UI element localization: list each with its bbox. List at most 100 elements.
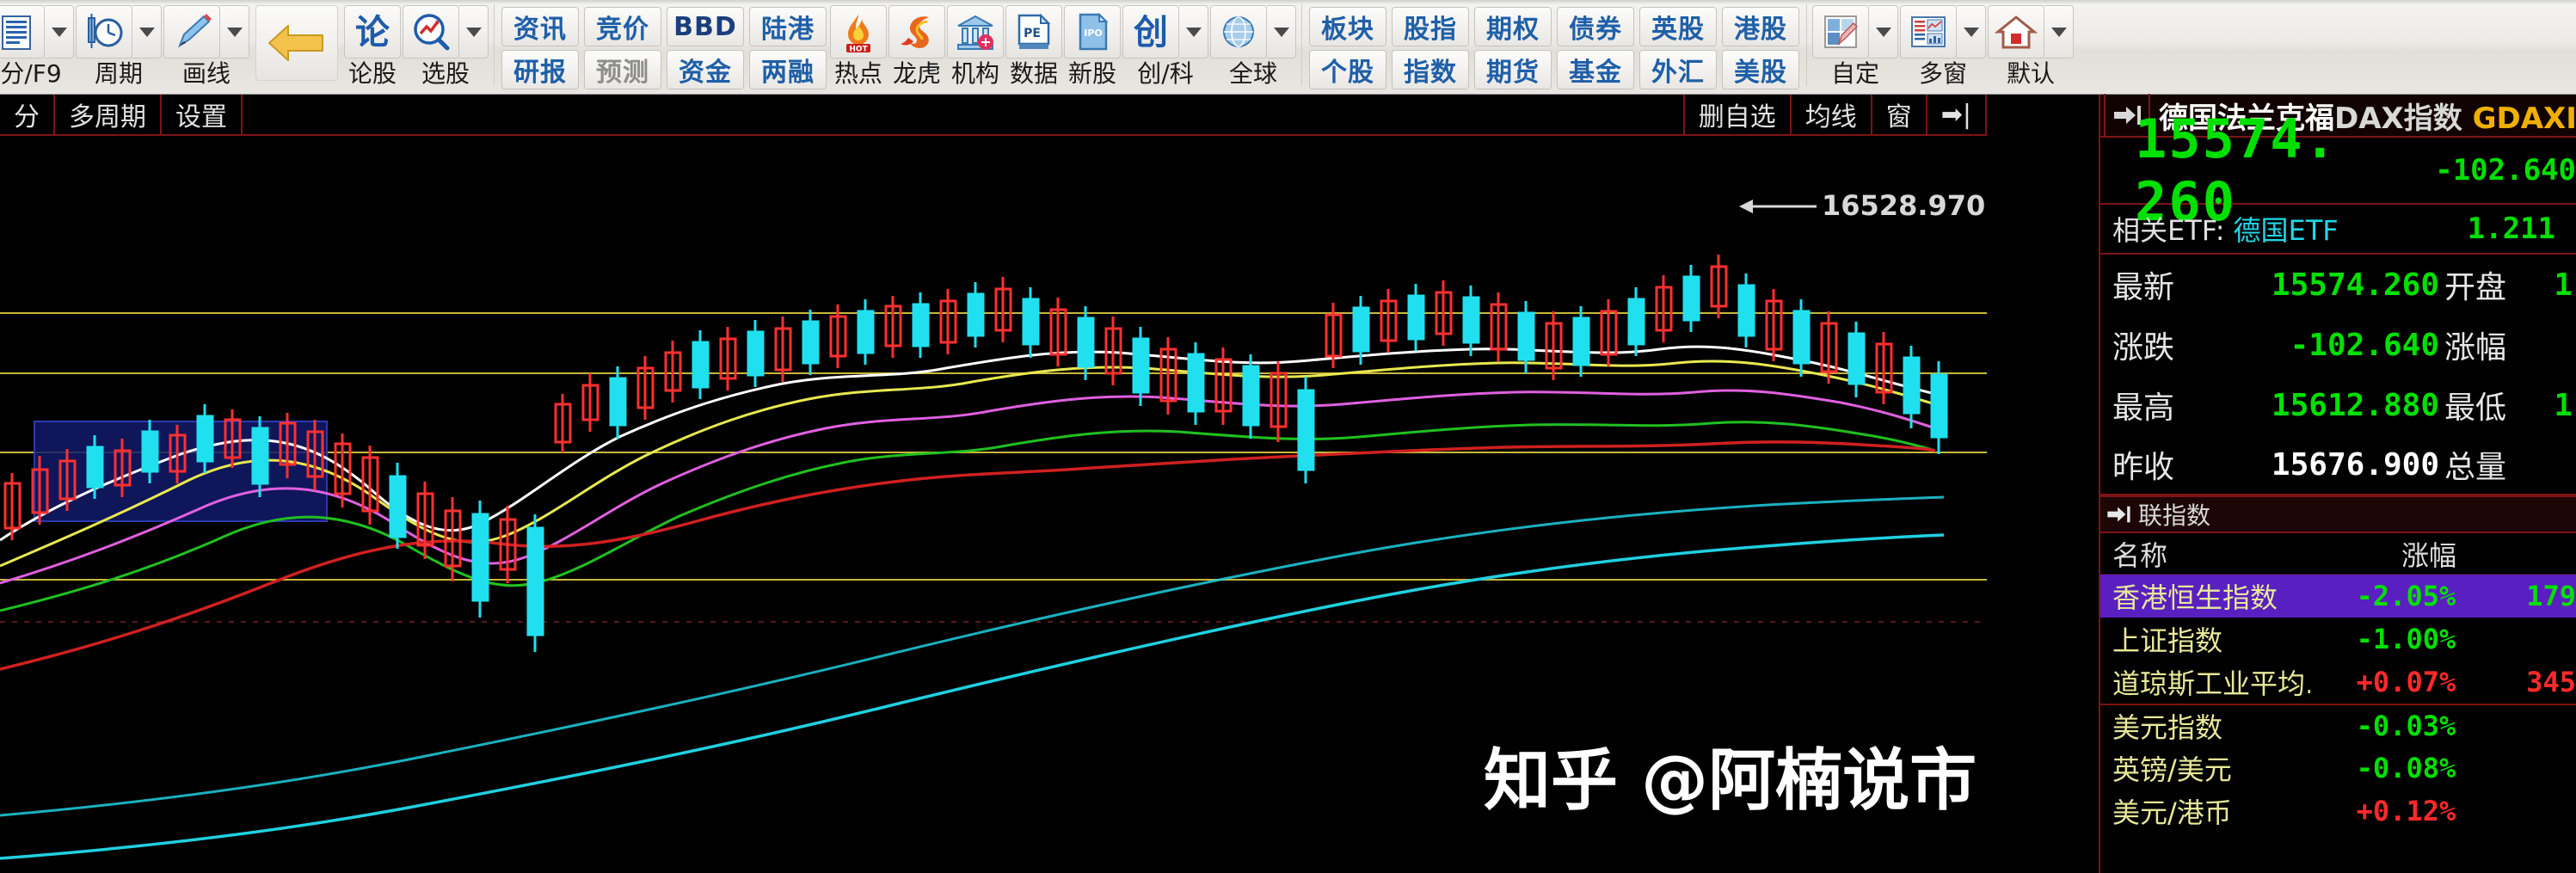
chevron-down-icon[interactable]: [1179, 5, 1208, 58]
toolbar-caption-custom: 自定: [1830, 59, 1879, 88]
index-row-usdindex[interactable]: 美元指数 -0.03%: [2100, 704, 2576, 747]
toolbar-button-zijin[interactable]: 资金: [667, 50, 744, 89]
chevron-down-icon[interactable]: [1869, 5, 1898, 58]
toolbar-button-fenshi[interactable]: 分/F9: [0, 5, 74, 86]
toolbar-button-lugang[interactable]: 陆港: [749, 7, 827, 46]
toolbar-button-yanbao[interactable]: 研报: [501, 50, 579, 89]
related-etf-name[interactable]: 德国ETF: [2233, 209, 2338, 249]
index-row-sse[interactable]: 上证指数 -1.00%: [2100, 618, 2576, 661]
multi-window-icon-svg: [1911, 16, 1946, 47]
toolbar-button-zhishu[interactable]: 指数: [1392, 50, 1469, 89]
toolbar-button-jingjia[interactable]: 竞价: [584, 7, 661, 46]
ipo-doc-icon[interactable]: IPO: [1064, 5, 1121, 58]
chart-tab-chuang[interactable]: 窗: [1872, 95, 1927, 134]
toolbar-button-period[interactable]: 周期: [76, 5, 162, 86]
toolbar-button-zhaiquan[interactable]: 债券: [1557, 7, 1634, 46]
ipo-doc-icon-svg: IPO: [1079, 12, 1109, 51]
pencil-icon[interactable]: [163, 5, 220, 58]
magnifier-trend-icon[interactable]: [403, 5, 459, 58]
toolbar-button-jijin[interactable]: 基金: [1557, 50, 1634, 89]
toolbar-button-qihuo[interactable]: 期货: [1474, 50, 1552, 89]
toolbar-pair-lugang: 陆港 两融: [749, 5, 827, 89]
chart-toolbar: 分 多周期 设置 删自选 均线 窗 ➡|: [0, 95, 1987, 136]
toolbar-button-liangrong[interactable]: 两融: [749, 50, 827, 89]
toolbar-button-waihui[interactable]: 外汇: [1639, 50, 1717, 89]
quote-row-change: 涨跌 -102.640 涨幅: [2100, 315, 2576, 375]
toolbar-button-drawline[interactable]: 画线: [163, 5, 249, 86]
globe-icon[interactable]: [1210, 5, 1267, 58]
pe-doc-icon[interactable]: PE: [1005, 5, 1062, 58]
toolbar-pair-yinggu: 英股 外汇: [1639, 5, 1717, 89]
chart-tab-junxian[interactable]: 均线: [1792, 95, 1872, 134]
quote-big-price-row: 15574. 260 -102.640: [2100, 108, 2576, 233]
toolbar-button-guzhi[interactable]: 股指: [1392, 7, 1469, 46]
lun-icon[interactable]: 论: [344, 5, 401, 58]
chevron-down-icon[interactable]: [1267, 5, 1296, 58]
chevron-down-icon[interactable]: [220, 5, 249, 58]
toolbar-button-meigu[interactable]: 美股: [1722, 50, 1799, 89]
related-etf-value: 1.211: [2467, 212, 2555, 246]
chuang-icon[interactable]: 创: [1122, 5, 1179, 58]
toolbar-caption-dragontiger: 龙虎: [892, 59, 941, 88]
dragon-icon[interactable]: [888, 5, 945, 58]
toolbar-button-bankuai[interactable]: 板块: [1309, 7, 1386, 46]
index-row-usdhkd[interactable]: 美元/港币 +0.12%: [2100, 790, 2576, 833]
toolbar-button-default[interactable]: 默认: [1988, 5, 2074, 86]
list-icon[interactable]: [0, 5, 45, 58]
chart-tab-expand[interactable]: ➡|: [1927, 95, 1987, 134]
chuang-icon-svg: 创: [1134, 13, 1168, 52]
related-index-section-title: 联指数: [2138, 501, 2211, 530]
quote-value-high: 15612.880: [2271, 387, 2439, 423]
chart-tab-duozhouqi[interactable]: 多周期: [55, 95, 162, 134]
period-clock-icon[interactable]: [76, 5, 132, 58]
toolbar-button-back[interactable]: [255, 5, 338, 81]
toolbar-button-gegu[interactable]: 个股: [1309, 50, 1386, 89]
toolbar-group-market: HOT 热点 龙虎 机构 PE 数据 IPO 新股 创 创/科 全球: [829, 0, 1297, 95]
toolbar-button-ganggu[interactable]: 港股: [1722, 7, 1799, 46]
toolbar-pair-bbd: BBD 资金: [667, 5, 744, 89]
toolbar-button-yinggu[interactable]: 英股: [1639, 7, 1717, 46]
toolbar-button-chuangke[interactable]: 创 创/科: [1122, 5, 1208, 86]
toolbar-button-data[interactable]: PE 数据: [1005, 5, 1062, 86]
chart-tab-shanzixuan[interactable]: 删自选: [1682, 95, 1792, 134]
toolbar-group-categories: 板块 个股 股指 指数 期权 期货 债券 基金 英股 外汇 港股 美股: [1306, 0, 1802, 95]
toolbar-button-yuce[interactable]: 预测: [584, 50, 661, 89]
chevron-down-icon[interactable]: [459, 5, 489, 58]
chevron-down-icon[interactable]: [132, 5, 162, 58]
toolbar-button-multiwindow[interactable]: 多窗: [1900, 5, 1986, 86]
toolbar-button-forum[interactable]: 论 论股: [344, 5, 401, 86]
chevron-down-icon[interactable]: [45, 5, 74, 58]
related-index-section-header[interactable]: 联指数: [2100, 495, 2576, 533]
toolbar-button-hot[interactable]: HOT 热点: [830, 5, 887, 86]
toolbar-button-stockpick[interactable]: 选股: [403, 5, 489, 86]
index-row-djia[interactable]: 道琼斯工业平均... +0.07% 345: [2100, 661, 2576, 704]
quote-value-change: -102.640: [2290, 327, 2439, 363]
chart-tab-fen[interactable]: 分: [0, 95, 55, 134]
toolbar-button-bbd[interactable]: BBD: [667, 7, 744, 46]
related-etf-row[interactable]: 相关ETF: 德国ETF 1.211: [2100, 205, 2576, 255]
related-etf-label: 相关ETF:: [2112, 214, 2225, 247]
pencil-icon-svg: [177, 14, 212, 48]
custom-layout-icon[interactable]: [1812, 5, 1869, 58]
quote-change: -102.640: [2435, 153, 2576, 188]
quote-row-prevclose: 昨收 15676.900 总量: [2100, 435, 2576, 495]
index-col-name: 名称: [2112, 538, 2168, 572]
toolbar-button-newstock[interactable]: IPO 新股: [1064, 5, 1121, 86]
index-row-hsi[interactable]: 香港恒生指数 -2.05% 179: [2100, 575, 2576, 618]
home-icon[interactable]: [1988, 5, 2044, 58]
toolbar-button-global[interactable]: 全球: [1210, 5, 1296, 86]
toolbar-button-institution[interactable]: 机构: [947, 5, 1004, 86]
index-row-gbpusd[interactable]: 英镑/美元 -0.08%: [2100, 747, 2576, 790]
toolbar-button-zixun[interactable]: 资讯: [501, 7, 579, 46]
quote-title-code: GDAXI: [2472, 101, 2576, 136]
toolbar-button-qiquan[interactable]: 期权: [1474, 7, 1552, 46]
multi-window-icon[interactable]: [1900, 5, 1957, 58]
chevron-down-icon[interactable]: [1957, 5, 1986, 58]
chevron-down-icon[interactable]: [2044, 5, 2074, 58]
toolbar-button-dragontiger[interactable]: 龙虎: [888, 5, 945, 86]
toolbar-button-custom[interactable]: 自定: [1812, 5, 1898, 86]
chart-tab-shezhi[interactable]: 设置: [162, 95, 243, 134]
bank-icon[interactable]: [947, 5, 1004, 58]
back-arrow-icon[interactable]: [255, 5, 338, 81]
fire-hot-icon[interactable]: HOT: [830, 5, 887, 58]
